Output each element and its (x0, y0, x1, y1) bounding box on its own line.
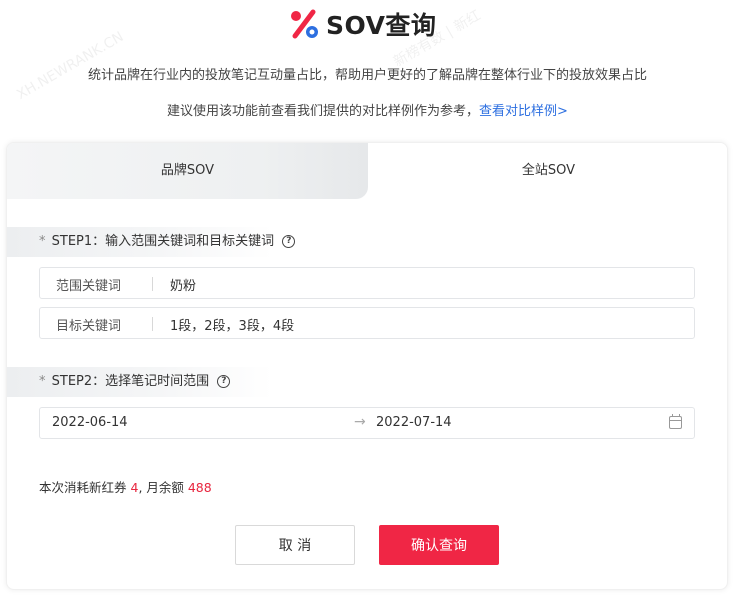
view-sample-link[interactable]: 查看对比样例> (479, 104, 568, 119)
step1-header: * STEP1：输入范围关键词和目标关键词 ? (7, 227, 387, 257)
step2-label: STEP2：选择笔记时间范围 (51, 374, 210, 389)
calendar-icon[interactable] (669, 414, 682, 429)
range-keyword-input[interactable]: 奶粉 (170, 275, 196, 294)
question-circle-icon[interactable]: ? (282, 235, 296, 248)
page-title: SOV查询 (326, 11, 437, 40)
divider (152, 317, 153, 331)
page-description: 统计品牌在行业内的投放笔记互动量占比，帮助用户更好的了解品牌在整体行业下的投放效… (87, 68, 647, 83)
sov-query-card: 品牌SOV 全站SOV * STEP1：输入范围关键词和目标关键词 ? 范围关键… (6, 142, 728, 590)
question-circle-icon[interactable]: ? (217, 375, 231, 388)
target-keyword-field[interactable]: 目标关键词 1段，2段，3段，4段 (39, 307, 695, 339)
cost-info: 本次消耗新红券 4, 月余额 488 (39, 477, 212, 496)
monthly-balance: 488 (187, 480, 212, 495)
page-header: SOV查询 (0, 0, 735, 44)
sample-hint-text: 建议使用该功能前查看我们提供的对比样例作为参考， (167, 104, 480, 119)
range-keyword-label: 范围关键词 (56, 279, 122, 294)
target-keyword-label: 目标关键词 (56, 319, 122, 334)
end-date-input[interactable]: 2022-07-14 (376, 415, 452, 430)
cancel-button[interactable]: 取 消 (235, 525, 355, 565)
target-keyword-input[interactable]: 1段，2段，3段，4段 (170, 315, 294, 334)
step2-header: * STEP2：选择笔记时间范围 ? (7, 367, 387, 397)
confirm-query-button[interactable]: 确认查询 (379, 525, 499, 565)
divider (152, 277, 153, 291)
required-mark: * (39, 374, 46, 389)
arrow-right-icon: → (354, 414, 366, 430)
sample-hint: 建议使用该功能前查看我们提供的对比样例作为参考，查看对比样例> (0, 100, 735, 119)
cost-middle: , 月余额 (138, 480, 188, 495)
range-keyword-field[interactable]: 范围关键词 奶粉 (39, 267, 695, 299)
date-range-picker[interactable]: 2022-06-14 → 2022-07-14 (39, 407, 695, 439)
required-mark: * (39, 234, 46, 249)
step1-label: STEP1：输入范围关键词和目标关键词 (51, 234, 275, 249)
cost-prefix: 本次消耗新红券 (39, 480, 131, 495)
start-date-input[interactable]: 2022-06-14 (52, 415, 128, 430)
percent-icon (291, 9, 318, 39)
tab-brand-sov[interactable]: 品牌SOV (7, 143, 368, 199)
tab-site-sov[interactable]: 全站SOV (368, 143, 727, 199)
